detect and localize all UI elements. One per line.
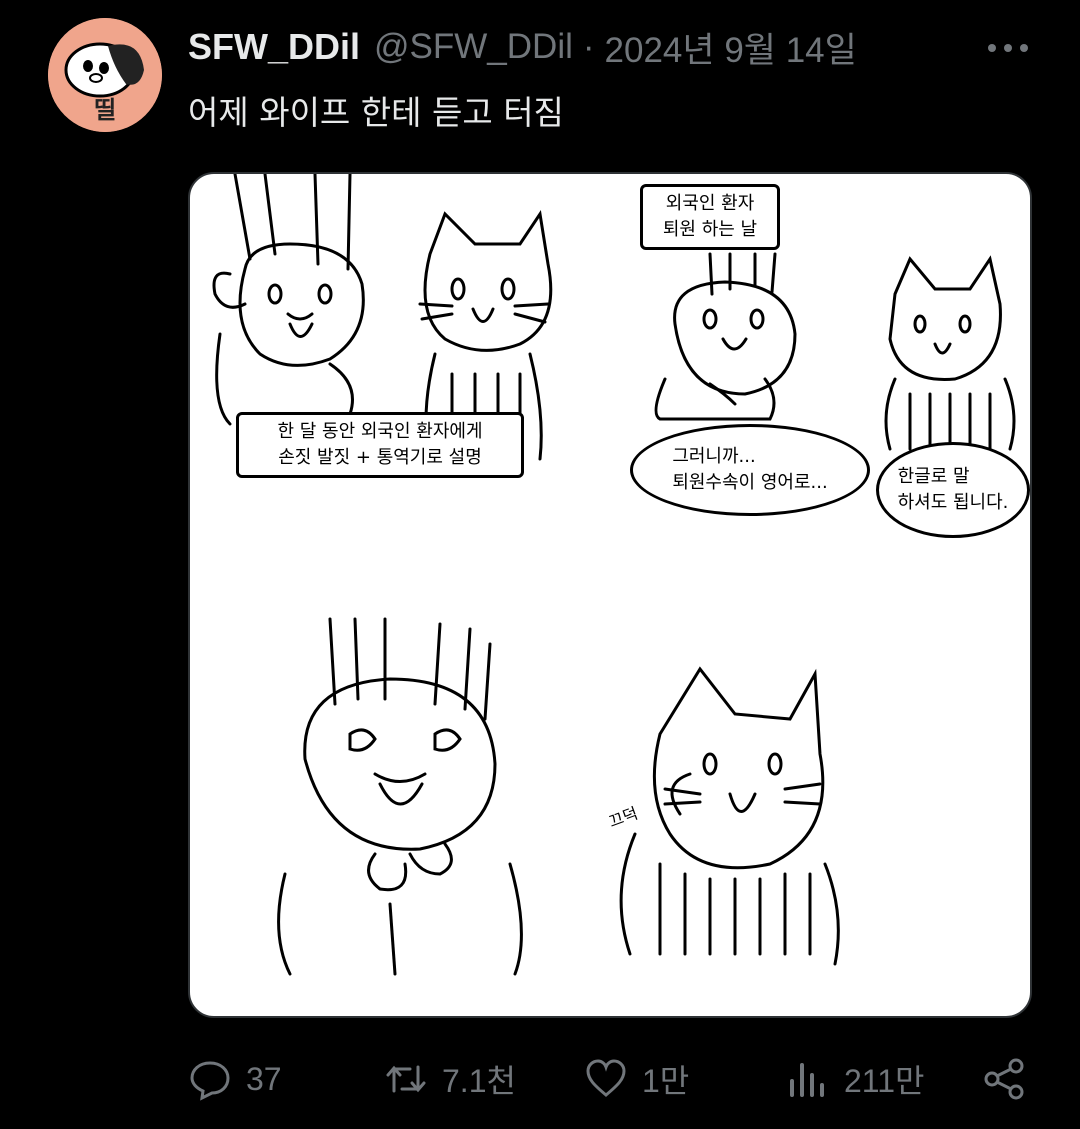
reply-button[interactable]: 37 — [188, 1052, 282, 1106]
tweet-text: 어제 와이프 한테 듣고 터짐 — [188, 93, 564, 132]
separator-dot: · — [582, 27, 595, 66]
user-handle[interactable]: @SFW_DDil — [374, 27, 573, 67]
share-button[interactable] — [982, 1052, 1040, 1106]
like-count: 1만 — [642, 1063, 690, 1099]
rabbit-character-panel1 — [212, 174, 365, 426]
tweet-media-comic[interactable]: 한 달 동안 외국인 환자에게 손짓 발짓 + 통역기로 설명 외국인 환자 퇴… — [188, 172, 1032, 1018]
views-button[interactable]: 211만 — [786, 1052, 924, 1106]
display-name[interactable]: SFW_DDil — [188, 26, 360, 68]
panel2-speech-bubble-right: 한글로 말 하셔도 됩니다. — [876, 442, 1030, 538]
avatar[interactable]: 띨 — [48, 18, 162, 132]
cat-character-panel2 — [884, 255, 1016, 451]
cat-character-panel4 — [619, 666, 840, 966]
views-icon — [790, 1063, 824, 1097]
panel2-caption: 외국인 환자 퇴원 하는 날 — [640, 184, 780, 250]
retweet-count: 7.1천 — [442, 1063, 516, 1099]
views-count: 211만 — [844, 1063, 925, 1099]
heart-icon — [586, 1059, 626, 1097]
avatar-label: 띨 — [94, 96, 116, 124]
more-icon[interactable] — [986, 38, 1030, 62]
avatar-image: 띨 — [48, 18, 162, 132]
retweet-button[interactable]: 7.1천 — [384, 1052, 516, 1106]
reply-icon — [190, 1061, 230, 1101]
comic-illustration — [212, 174, 1016, 976]
panel1-caption: 한 달 동안 외국인 환자에게 손짓 발짓 + 통역기로 설명 — [236, 412, 524, 478]
reply-count: 37 — [246, 1060, 282, 1097]
rabbit-character-panel2 — [654, 252, 797, 421]
tweet-date[interactable]: 2024년 9월 14일 — [605, 22, 857, 73]
share-icon — [984, 1058, 1024, 1100]
retweet-icon — [386, 1065, 426, 1093]
panel2-speech-bubble-left: 그러니까... 퇴원수속이 영어로... — [630, 424, 870, 516]
like-button[interactable]: 1만 — [584, 1052, 689, 1106]
rabbit-character-panel3 — [277, 617, 523, 976]
tweet-actions: 37 7.1천 1만 211만 — [188, 1052, 1038, 1106]
tweet-header: SFW_DDil @SFW_DDil · 2024년 9월 14일 — [188, 22, 1060, 72]
